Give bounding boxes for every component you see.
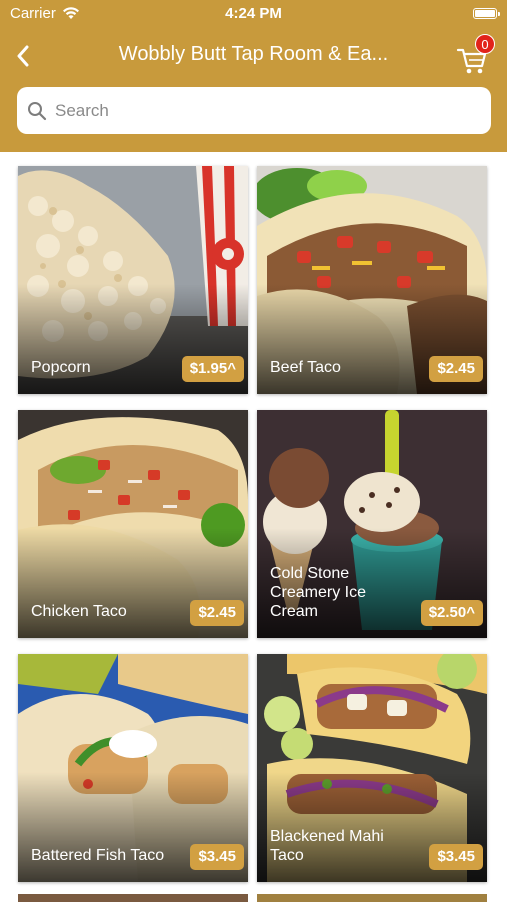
header: Carrier 4:24 PM Wobbly Butt Tap Room & E… bbox=[0, 0, 507, 152]
menu-item-price: $3.45 bbox=[429, 844, 483, 870]
status-bar: Carrier 4:24 PM bbox=[0, 0, 507, 28]
menu-item-price: $2.45 bbox=[429, 356, 483, 382]
search-icon bbox=[28, 101, 47, 120]
menu-item-battered-fish-taco[interactable]: Battered Fish Taco $3.45 bbox=[18, 654, 248, 882]
menu-item-price: $1.95^ bbox=[181, 356, 244, 382]
menu-item-beef-taco[interactable]: Beef Taco $2.45 bbox=[257, 166, 487, 394]
menu-item-blackened-mahi-taco[interactable]: Blackened Mahi Taco $3.45 bbox=[257, 654, 487, 882]
menu-item-name: Blackened Mahi Taco bbox=[270, 828, 384, 864]
clock: 4:24 PM bbox=[225, 5, 282, 22]
menu-item-popcorn[interactable]: Popcorn $1.95^ bbox=[18, 166, 248, 394]
page-title: Wobbly Butt Tap Room & Ea... bbox=[118, 43, 389, 65]
search-bar[interactable] bbox=[17, 87, 491, 134]
menu-item-name: Battered Fish Taco bbox=[31, 847, 165, 864]
next-row-card-right[interactable] bbox=[257, 894, 487, 902]
menu-item-chicken-taco[interactable]: Chicken Taco $2.45 bbox=[18, 410, 248, 638]
back-button[interactable] bbox=[6, 36, 40, 76]
menu-item-price: $2.45 bbox=[190, 600, 244, 626]
cart-count-badge: 0 bbox=[475, 34, 495, 54]
menu-item-name: Cold Stone Creamery Ice Cream bbox=[270, 565, 367, 620]
battery-icon bbox=[473, 8, 500, 19]
next-row-card-left[interactable] bbox=[18, 894, 248, 902]
search-input[interactable] bbox=[53, 99, 457, 122]
menu-grid: Popcorn $1.95^ Beef Taco $2.45 Chicken T… bbox=[18, 166, 488, 882]
menu-item-name: Popcorn bbox=[31, 359, 91, 376]
chevron-left-icon bbox=[17, 45, 29, 67]
menu-item-price: $2.50^ bbox=[420, 600, 483, 626]
menu-item-name: Chicken Taco bbox=[31, 603, 127, 620]
menu-item-name: Beef Taco bbox=[270, 359, 341, 376]
menu-item-ice-cream[interactable]: Cold Stone Creamery Ice Cream $2.50^ bbox=[257, 410, 487, 638]
navbar: Wobbly Butt Tap Room & Ea... 0 bbox=[0, 30, 507, 82]
menu-item-price: $3.45 bbox=[190, 844, 244, 870]
cart-button[interactable]: 0 bbox=[453, 34, 497, 78]
